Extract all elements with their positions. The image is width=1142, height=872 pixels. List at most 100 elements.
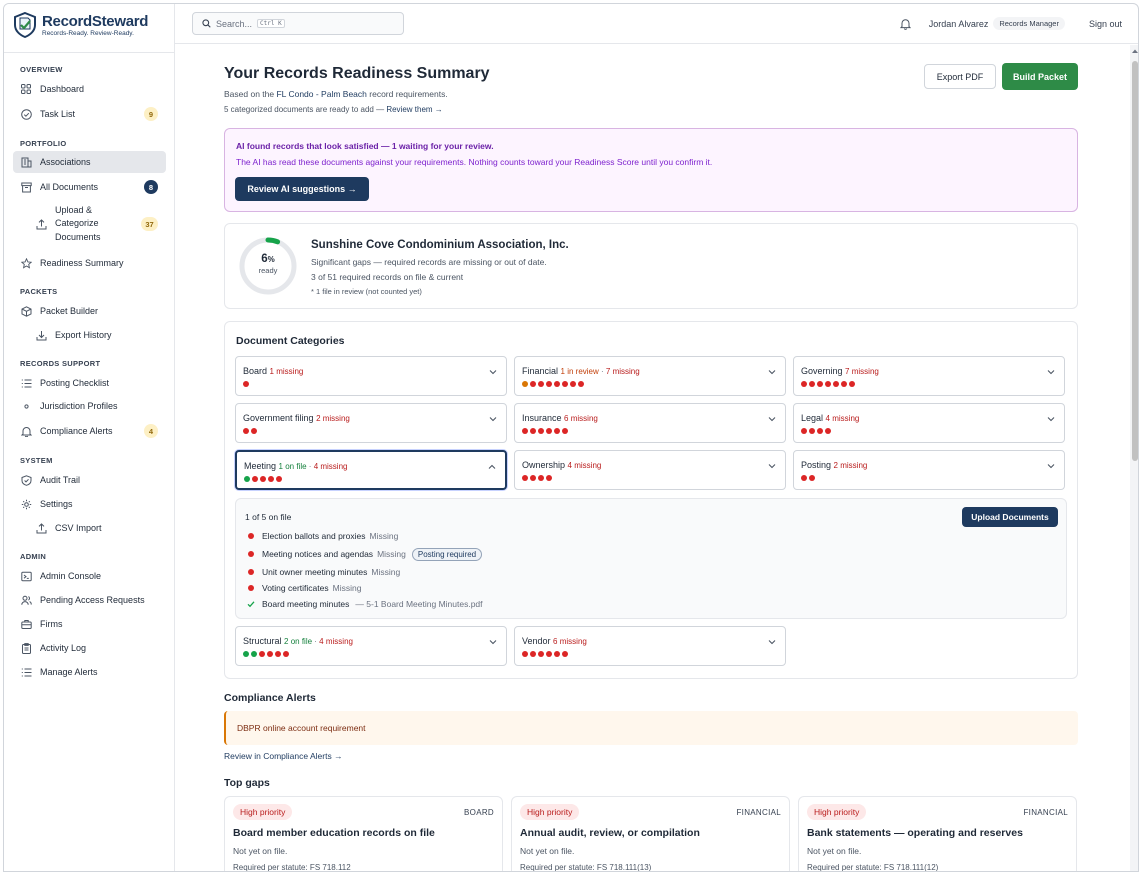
missing-dot (538, 651, 544, 657)
chevron-down-icon (489, 417, 497, 422)
requirement-row[interactable]: Voting certificates Missing (247, 581, 361, 595)
sidebar-item-upload-categorize[interactable]: Upload & Categorize Documents 37 (13, 202, 166, 246)
gap-card[interactable]: High priority BOARD Board member educati… (224, 796, 503, 871)
gap-title: Board member education records on file (233, 827, 435, 839)
missing-count: 6 missing (564, 414, 598, 423)
gap-card[interactable]: High priority FINANCIAL Bank statements … (798, 796, 1077, 871)
missing-dot (522, 475, 528, 481)
sidebar-item-pending-access[interactable]: Pending Access Requests (13, 589, 166, 611)
missing-count: 1 missing (269, 367, 304, 376)
records-count: 3 of 51 required records on file & curre… (311, 272, 464, 282)
review-compliance-link[interactable]: Review in Compliance Alerts → (224, 751, 343, 761)
sidebar-item-export-history[interactable]: Export History (13, 324, 166, 346)
missing-count: 4 missing (567, 461, 602, 470)
sidebar-item-csv-import[interactable]: CSV Import (13, 517, 166, 539)
status-dots (801, 475, 817, 483)
missing-dot (248, 585, 254, 591)
role-badge: Records Manager (993, 17, 1065, 30)
category-vendor[interactable]: Vendor 6 missing (514, 626, 786, 666)
sidebar-item-manage-alerts[interactable]: Manage Alerts (13, 661, 166, 683)
build-packet-button[interactable]: Build Packet (1002, 63, 1078, 90)
category-government-filing[interactable]: Government filing 2 missing (235, 403, 507, 443)
sidebar-item-task-list[interactable]: Task List 9 (13, 103, 166, 125)
search-input[interactable]: Search... Ctrl K (192, 12, 404, 35)
export-pdf-button[interactable]: Export PDF (924, 64, 996, 89)
missing-dot (259, 651, 265, 657)
sidebar-item-packet-builder[interactable]: Packet Builder (13, 300, 166, 322)
sidebar-item-label: Admin Console (40, 571, 102, 581)
category-posting[interactable]: Posting 2 missing (793, 450, 1065, 490)
brand[interactable]: RecordSteward Records-Ready. Review-Read… (13, 12, 148, 38)
scrollbar-thumb[interactable] (1132, 61, 1138, 461)
count-badge: 37 (141, 217, 158, 231)
category-structural[interactable]: Structural 2 on file · 4 missing (235, 626, 507, 666)
app-window: RecordSteward Records-Ready. Review-Read… (3, 3, 1139, 872)
sidebar-item-settings[interactable]: Settings (13, 493, 166, 515)
sign-out-link[interactable]: Sign out (1089, 19, 1122, 29)
missing-dot (801, 475, 807, 481)
missing-dot (562, 428, 568, 434)
sidebar-item-label: Settings (40, 499, 73, 509)
missing-dot (833, 381, 839, 387)
sidebar-item-compliance-alerts[interactable]: Compliance Alerts 4 (13, 420, 166, 442)
scroll-up-icon[interactable] (1131, 48, 1139, 54)
category-board[interactable]: Board 1 missing (235, 356, 507, 396)
brand-name: RecordSteward (42, 12, 149, 30)
requirement-row[interactable]: Meeting notices and agendas Missing Postin… (247, 547, 483, 561)
missing-dot (817, 428, 823, 434)
scrollbar[interactable] (1130, 45, 1139, 871)
review-ai-suggestions-button[interactable]: Review AI suggestions → (235, 177, 369, 201)
category-label: Insurance 6 missing (522, 413, 598, 423)
category-name: Board (243, 366, 268, 376)
user-name[interactable]: Jordan Alvarez (929, 19, 989, 29)
sidebar-item-admin-console[interactable]: Admin Console (13, 565, 166, 587)
review-them-link[interactable]: Review them → (386, 105, 442, 114)
check-circle-icon (20, 108, 32, 120)
chevron-down-icon (489, 640, 497, 645)
missing-count: 7 missing (605, 367, 640, 376)
users-icon (20, 594, 32, 606)
category-financial[interactable]: Financial 1 in review · 7 missing (514, 356, 786, 396)
category-insurance[interactable]: Insurance 6 missing (514, 403, 786, 443)
category-legal[interactable]: Legal 4 missing (793, 403, 1065, 443)
category-name: Meeting (244, 461, 277, 471)
requirement-row[interactable]: Unit owner meeting minutes Missing (247, 565, 400, 579)
association-name: Sunshine Cove Condominium Association, I… (311, 239, 569, 251)
gap-card[interactable]: High priority FINANCIAL Annual audit, re… (511, 796, 790, 871)
category-ownership[interactable]: Ownership 4 missing (514, 450, 786, 490)
sidebar-item-readiness-summary[interactable]: Readiness Summary (13, 252, 166, 274)
sidebar-item-firms[interactable]: Firms (13, 613, 166, 635)
in-review-dot (522, 381, 528, 387)
upload-documents-button[interactable]: Upload Documents (962, 507, 1058, 527)
category-label: Vendor 6 missing (522, 636, 587, 646)
category-name: Insurance (522, 413, 562, 423)
profile-link[interactable]: FL Condo - Palm Beach (276, 89, 366, 99)
sidebar-item-associations[interactable]: Associations (13, 151, 166, 173)
sidebar-item-label: Dashboard (40, 84, 85, 94)
page-title: Your Records Readiness Summary (224, 65, 490, 82)
missing-dot (276, 476, 282, 482)
category-meeting[interactable]: Meeting 1 on file · 4 missing (235, 450, 507, 490)
sidebar-item-label: Jurisdiction Profiles (40, 401, 118, 411)
sidebar-item-activity-log[interactable]: Activity Log (13, 637, 166, 659)
status-dots (522, 381, 586, 389)
notification-bell-icon[interactable] (899, 18, 911, 30)
missing-dot (546, 651, 552, 657)
count-badge: 4 (144, 424, 158, 438)
requirement-row[interactable]: Board meeting minutes — 5-1 Board Meeting… (247, 597, 483, 611)
category-governing[interactable]: Governing 7 missing (793, 356, 1065, 396)
main-content: Your Records Readiness Summary Based on … (175, 45, 1139, 871)
sidebar-item-all-documents[interactable]: All Documents 8 (13, 176, 166, 198)
sidebar-item-jurisdiction-profiles[interactable]: Jurisdiction Profiles (13, 395, 166, 417)
compliance-alert[interactable]: DBPR online account requirement (224, 711, 1078, 745)
sidebar-item-label: Export History (55, 330, 112, 340)
sidebar-item-posting-checklist[interactable]: Posting Checklist (13, 372, 166, 394)
missing-dot (841, 381, 847, 387)
category-label: Meeting 1 on file · 4 missing (244, 461, 347, 471)
section-records-support: RECORDS SUPPORT (20, 359, 101, 368)
sidebar-item-audit-trail[interactable]: Audit Trail (13, 469, 166, 491)
sidebar-item-dashboard[interactable]: Dashboard (13, 78, 166, 100)
missing-dot (849, 381, 855, 387)
missing-count: 6 missing (553, 637, 587, 646)
requirement-row[interactable]: Election ballots and proxies Missing (247, 529, 398, 543)
